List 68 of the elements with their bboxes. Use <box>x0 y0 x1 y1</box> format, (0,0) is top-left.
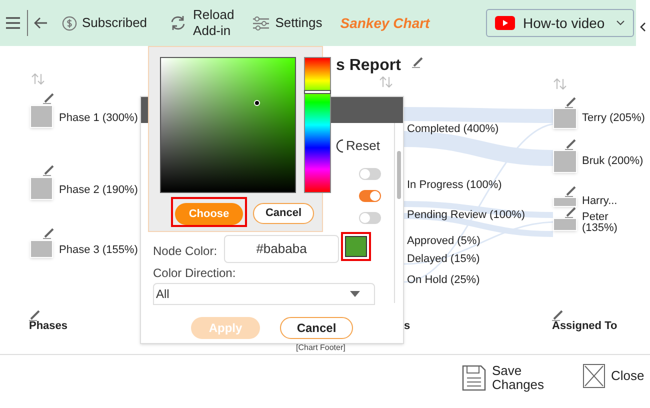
toggle-switch[interactable] <box>359 212 381 224</box>
node-label: Phase 2 (190%) <box>59 182 138 198</box>
node-color-label: Node Color: <box>153 243 218 260</box>
refresh-icon <box>169 15 188 31</box>
pencil-icon[interactable] <box>565 138 577 150</box>
node-block <box>30 177 53 200</box>
node-label: Phase 3 (155%) <box>59 243 138 258</box>
back-arrow-icon[interactable] <box>34 17 48 29</box>
node-label: Delayed (15%) <box>407 252 480 267</box>
node-label: In Progress (100%) <box>407 178 502 193</box>
pencil-icon[interactable] <box>43 92 55 104</box>
chevron-down-icon <box>616 20 625 26</box>
pencil-icon[interactable] <box>565 185 577 197</box>
how-to-video-button[interactable]: How-to video <box>486 9 634 37</box>
node-label: On Hold (25%) <box>407 273 480 288</box>
node-block <box>30 240 53 258</box>
settings-button[interactable]: Settings <box>252 13 322 33</box>
scrollbar-thumb[interactable] <box>397 151 401 199</box>
pencil-icon[interactable] <box>43 227 55 239</box>
pencil-icon[interactable] <box>43 164 55 176</box>
pencil-icon[interactable] <box>412 56 424 68</box>
node-block <box>553 108 577 129</box>
menu-icon[interactable] <box>5 16 21 30</box>
color-direction-label: Color Direction: <box>153 265 236 282</box>
chart-footer: [Chart Footer] <box>296 344 346 352</box>
hue-handle[interactable] <box>304 90 331 94</box>
toggle-switch[interactable] <box>359 190 381 202</box>
node-label: Phase 1 (300%) <box>59 110 138 126</box>
toggle-switch[interactable] <box>359 168 381 180</box>
subscribed-button[interactable]: Subscribed <box>62 13 148 33</box>
chart-title: s Report <box>336 56 401 76</box>
node-label: Harry... <box>582 196 618 207</box>
dropdown-caret-icon <box>350 291 360 297</box>
node-label: Pending Review (100%) <box>407 208 526 223</box>
node-label: Bruk (200%) <box>582 156 644 166</box>
sliders-icon <box>252 16 270 30</box>
node-label: Terry (205%) <box>582 112 645 124</box>
scrollbar-track[interactable] <box>394 123 403 303</box>
pencil-icon[interactable] <box>552 309 564 321</box>
cancel-button[interactable]: Cancel <box>253 203 314 224</box>
app-title: Sankey Chart <box>340 14 430 33</box>
close-label[interactable]: Close <box>611 366 644 386</box>
pencil-icon[interactable] <box>565 206 577 218</box>
save-changes-label[interactable]: Save Changes <box>492 364 544 392</box>
dollar-icon <box>62 16 77 30</box>
color-swatch[interactable] <box>345 236 367 257</box>
node-label: Approved (5%) <box>407 234 480 249</box>
column-label: s <box>404 319 410 334</box>
chevron-left-icon[interactable] <box>640 22 646 32</box>
node-block <box>553 197 577 207</box>
reset-label[interactable]: Reset <box>346 136 380 156</box>
node-label: Completed (400%) <box>407 122 499 137</box>
node-block <box>30 105 53 128</box>
saturation-gradient[interactable] <box>160 57 296 193</box>
pencil-icon[interactable] <box>29 309 41 321</box>
column-label: Phases <box>29 319 68 334</box>
cancel-button[interactable]: Cancel <box>280 317 353 339</box>
play-icon <box>495 16 515 30</box>
node-block <box>553 150 577 173</box>
color-direction-select[interactable]: All <box>153 283 375 305</box>
column-label: Assigned To <box>552 319 618 334</box>
close-icon[interactable] <box>583 364 605 388</box>
node-label: Peter (135%) <box>582 212 618 234</box>
node-block <box>553 218 577 231</box>
reload-add-in-button[interactable]: Reload Add-in <box>169 7 234 39</box>
hue-strip[interactable] <box>304 57 331 193</box>
pencil-icon[interactable] <box>565 96 577 108</box>
node-color-field[interactable]: #bababa <box>224 235 339 263</box>
